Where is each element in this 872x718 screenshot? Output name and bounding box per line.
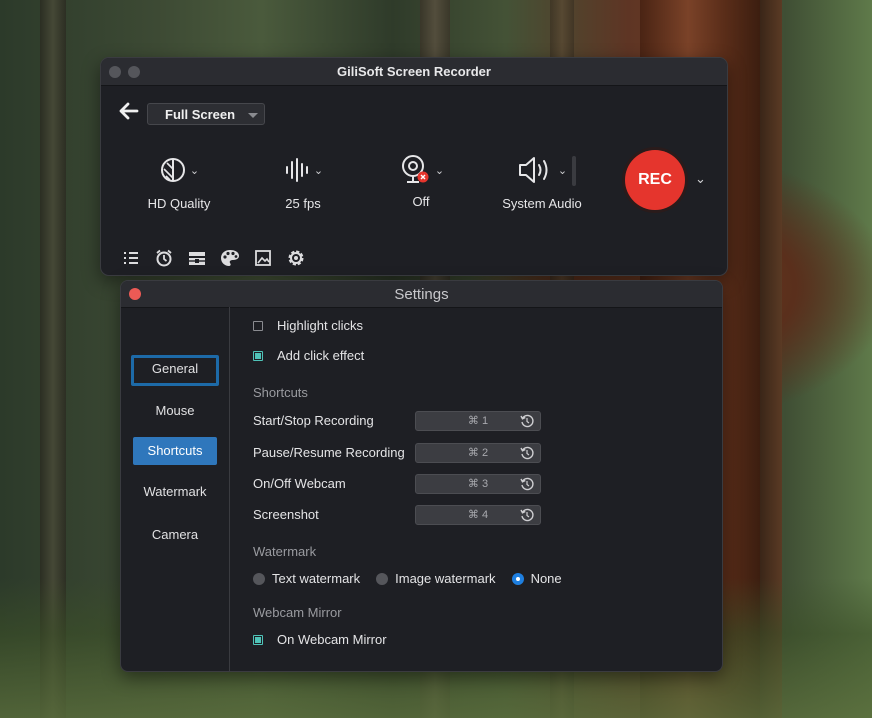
none-watermark-radio[interactable] <box>511 572 524 585</box>
webcam-mirror-option[interactable]: On Webcam Mirror <box>253 632 387 647</box>
settings-titlebar[interactable]: Settings <box>121 281 722 308</box>
image-watermark-label: Image watermark <box>395 571 496 586</box>
capture-mode-select[interactable]: Full Screen <box>147 103 265 125</box>
shortcut-field-pause-resume[interactable]: ⌘ 2 <box>415 443 541 463</box>
chevron-down-icon: ⌄ <box>434 164 445 177</box>
back-arrow-icon[interactable] <box>119 102 139 123</box>
image-icon[interactable] <box>253 248 273 268</box>
record-options-chevron-icon[interactable]: ⌄ <box>695 171 706 187</box>
audio-label: System Audio <box>502 196 582 211</box>
text-watermark-radio[interactable] <box>253 572 265 585</box>
add-click-effect-option[interactable]: Add click effect <box>253 348 364 363</box>
image-watermark-radio[interactable] <box>376 572 389 585</box>
image-watermark-option[interactable]: Image watermark <box>376 571 496 586</box>
settings-title: Settings <box>394 286 449 303</box>
shortcut-key: ⌘ 3 <box>467 478 489 490</box>
text-watermark-option[interactable]: Text watermark <box>253 571 360 586</box>
settings-sidebar: General Mouse Shortcuts Watermark Camera <box>121 307 230 671</box>
waveform-icon <box>285 158 308 182</box>
webcam-mirror-checkbox[interactable] <box>253 634 263 645</box>
recorder-titlebar[interactable]: GiliSoft Screen Recorder <box>101 58 727 86</box>
shortcut-field-webcam[interactable]: ⌘ 3 <box>415 474 541 494</box>
volume-slider[interactable] <box>572 156 576 186</box>
shortcut-key: ⌘ 1 <box>467 415 489 427</box>
shortcuts-heading: Shortcuts <box>253 385 308 400</box>
webcam-mirror-heading: Webcam Mirror <box>253 605 342 620</box>
sidebar-item-watermark[interactable]: Watermark <box>133 478 217 506</box>
alarm-clock-icon[interactable] <box>154 248 174 268</box>
capture-mode-value: Full Screen <box>165 107 236 122</box>
quality-icon <box>160 158 185 182</box>
fps-label: 25 fps <box>285 196 321 211</box>
none-watermark-label: None <box>530 571 562 586</box>
shortcut-label-webcam: On/Off Webcam <box>253 476 346 491</box>
sidebar-item-general[interactable]: General <box>131 355 219 386</box>
reset-icon[interactable] <box>519 476 535 492</box>
shortcut-label-screenshot: Screenshot <box>253 507 319 522</box>
quality-label: HD Quality <box>147 196 211 211</box>
shortcut-label-start-stop: Start/Stop Recording <box>253 413 374 428</box>
shortcut-key: ⌘ 4 <box>467 509 489 521</box>
highlight-clicks-option[interactable]: Highlight clicks <box>253 318 363 333</box>
watermark-heading: Watermark <box>253 544 317 559</box>
text-watermark-label: Text watermark <box>272 571 361 586</box>
webcam-label: Off <box>412 194 430 209</box>
webcam-mirror-label: On Webcam Mirror <box>277 632 387 647</box>
chevron-down-icon: ⌄ <box>313 164 324 177</box>
shortcut-field-start-stop[interactable]: ⌘ 1 <box>415 411 541 431</box>
speaker-icon <box>518 157 548 183</box>
shortcut-label-pause-resume: Pause/Resume Recording <box>253 445 405 460</box>
sidebar-item-shortcuts[interactable]: Shortcuts <box>133 437 217 465</box>
webcam-icon <box>401 155 429 183</box>
recorder-window: GiliSoft Screen Recorder Full Screen ⌄ H… <box>100 57 728 276</box>
add-click-effect-label: Add click effect <box>277 348 365 363</box>
list-icon[interactable] <box>121 248 141 268</box>
reset-icon[interactable] <box>519 507 535 523</box>
quality-control[interactable]: ⌄ HD Quality <box>141 152 217 211</box>
dropdown-caret-icon <box>248 113 258 118</box>
settings-content: Highlight clicks Add click effect Shortc… <box>253 307 722 671</box>
palette-icon[interactable] <box>220 248 240 268</box>
record-button[interactable]: REC <box>625 150 685 210</box>
highlight-clicks-label: Highlight clicks <box>277 318 363 333</box>
toolbar <box>121 248 306 268</box>
fps-control[interactable]: ⌄ 25 fps <box>271 152 335 211</box>
highlight-clicks-checkbox[interactable] <box>253 320 263 331</box>
toolbox-icon[interactable] <box>187 248 207 268</box>
reset-icon[interactable] <box>519 445 535 461</box>
shortcut-field-screenshot[interactable]: ⌘ 4 <box>415 505 541 525</box>
shortcut-key: ⌘ 2 <box>467 447 489 459</box>
add-click-effect-checkbox[interactable] <box>253 350 263 361</box>
sidebar-item-mouse[interactable]: Mouse <box>133 397 217 425</box>
watermark-options: Text watermark Image watermark None <box>253 571 578 586</box>
webcam-control[interactable]: ⌄ Off <box>391 152 451 209</box>
none-watermark-option[interactable]: None <box>511 571 562 586</box>
sidebar-item-camera[interactable]: Camera <box>133 521 217 549</box>
chevron-down-icon: ⌄ <box>557 164 568 177</box>
recorder-title: GiliSoft Screen Recorder <box>337 64 491 79</box>
chevron-down-icon: ⌄ <box>189 164 200 177</box>
reset-icon[interactable] <box>519 413 535 429</box>
settings-window: Settings General Mouse Shortcuts Waterma… <box>120 280 723 672</box>
gear-icon[interactable] <box>286 248 306 268</box>
